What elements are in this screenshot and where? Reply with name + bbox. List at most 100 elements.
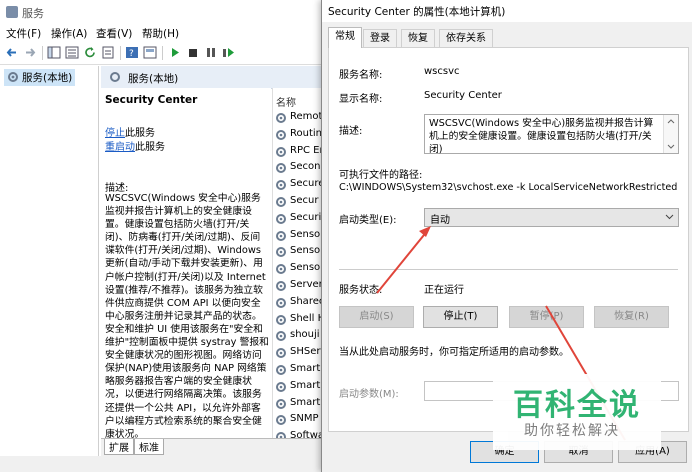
path-label: 可执行文件的路径:: [339, 170, 423, 181]
service-gear-icon: [275, 364, 287, 379]
toolbar: ?: [0, 42, 330, 65]
dialog-title: Security Center 的属性(本地计算机): [328, 6, 506, 18]
restart-service-link[interactable]: 重启动: [105, 142, 135, 153]
svg-text:?: ?: [129, 49, 134, 59]
dialog-tabs: 常规 登录 恢复 依存关系: [322, 27, 692, 48]
dialog-titlebar: Security Center 的属性(本地计算机): [322, 0, 692, 22]
service-name: shouji: [290, 329, 320, 341]
export-list-icon[interactable]: [101, 46, 115, 59]
service-gear-icon: [275, 162, 287, 177]
properties-list-icon[interactable]: [65, 46, 79, 59]
service-gear-icon: [275, 431, 287, 438]
restart-service-suffix: 此服务: [135, 142, 165, 153]
stop-service-icon[interactable]: [186, 46, 200, 59]
watermark: 百科全说 助你轻松解决: [493, 374, 661, 450]
tab-recovery[interactable]: 恢复: [401, 29, 435, 47]
service-name: Shell H: [290, 312, 326, 324]
start-params-label: 启动参数(M):: [339, 389, 399, 400]
services-app-icon: [6, 6, 18, 18]
service-name: Smart: [290, 363, 321, 374]
resume-button[interactable]: 恢复(R): [594, 306, 669, 328]
service-name: Smart: [290, 396, 321, 408]
tab-dependencies[interactable]: 依存关系: [439, 29, 493, 47]
stop-button[interactable]: 停止(T): [423, 306, 498, 328]
service-name: Softwa: [290, 430, 325, 438]
search-gear-icon: [109, 71, 123, 86]
service-gear-icon: [275, 381, 287, 396]
tab-extended[interactable]: 扩展: [104, 439, 134, 455]
service-name: Server: [290, 279, 323, 290]
status-label: 服务状态:: [339, 285, 383, 296]
service-gear-icon: [275, 347, 287, 362]
service-name: Smart: [290, 379, 321, 391]
watermark-title: 百科全说: [513, 388, 641, 423]
pause-button[interactable]: 暂停(P): [509, 306, 584, 328]
help-icon[interactable]: ?: [125, 46, 139, 59]
chevron-down-icon: [665, 212, 674, 224]
service-gear-icon: [275, 263, 287, 278]
service-name: RPC Er: [290, 144, 324, 156]
pause-service-icon[interactable]: [204, 46, 218, 59]
restart-service-icon[interactable]: [222, 46, 236, 59]
service-name: Secur: [290, 195, 319, 206]
service-gear-icon: [275, 280, 287, 295]
menu-file[interactable]: 文件(F): [6, 26, 41, 41]
service-name: SNMP: [290, 413, 319, 425]
service-name: Sensor: [290, 228, 325, 240]
service-gear-icon: [275, 330, 287, 345]
description-value: WSCSVC(Windows 安全中心)服务监视并报告计算机上的安全健康设置。健…: [429, 118, 654, 155]
menu-help[interactable]: 帮助(H): [142, 26, 179, 41]
column-header-name[interactable]: 名称: [276, 94, 296, 109]
services-pane-title: 服务(本地): [128, 73, 179, 85]
service-gear-icon: [275, 230, 287, 245]
description-label: 描述:: [339, 126, 363, 137]
services-pane-header: 服务(本地): [101, 66, 330, 89]
tab-general[interactable]: 常规: [328, 27, 362, 48]
service-name: Remot: [290, 111, 323, 122]
startup-type-value: 自动: [430, 215, 450, 226]
refresh-icon[interactable]: [83, 46, 97, 59]
service-gear-icon: [275, 213, 287, 228]
tree-node-local-services[interactable]: 服务(本地): [4, 69, 76, 86]
service-gear-icon: [275, 196, 287, 211]
executable-path: C:\WINDOWS\System32\svchost.exe -k Local…: [339, 182, 678, 193]
service-gear-icon: [275, 146, 287, 161]
service-gear-icon: [275, 414, 287, 429]
services-window: 服务 文件(F) 操作(A) 查看(V) 帮助(H) ? 服务(本地) 服务(本…: [0, 0, 331, 472]
start-button[interactable]: 启动(S): [339, 306, 414, 328]
tree-node-label: 服务(本地): [22, 72, 73, 84]
service-name: Securi: [290, 211, 322, 223]
service-name: Sharec: [290, 295, 325, 307]
watermark-slogan: 助你轻松解决: [524, 423, 620, 439]
service-name: Sensor: [290, 262, 325, 274]
service-gear-icon: [275, 129, 287, 144]
services-titlebar: 服务: [0, 0, 330, 24]
divider: [339, 269, 678, 270]
description-scrollbar[interactable]: [663, 115, 678, 153]
tab-standard[interactable]: 标准: [134, 439, 164, 455]
back-icon[interactable]: [5, 46, 19, 59]
service-description-pane: Security Center 停止此服务 重启动此服务 描述: WSCSVC(…: [101, 88, 271, 440]
display-name-label: 显示名称:: [339, 94, 383, 105]
forward-icon[interactable]: [23, 46, 37, 59]
service-gear-icon: [275, 246, 287, 261]
service-description-text: WSCSVC(Windows 安全中心)服务监视并报告计算机上的安全健康设置。健…: [105, 193, 269, 440]
service-name-label: 服务名称:: [339, 70, 383, 81]
service-gear-icon: [275, 112, 287, 127]
service-gear-icon: [275, 314, 287, 329]
services-window-title: 服务: [22, 7, 44, 20]
menu-action[interactable]: 操作(A): [51, 26, 87, 41]
start-service-icon[interactable]: [168, 46, 182, 59]
service-name: Secon: [290, 161, 321, 173]
tab-logon[interactable]: 登录: [363, 29, 397, 47]
details-view-icon[interactable]: [143, 46, 157, 59]
startup-type-select[interactable]: 自动: [424, 208, 679, 227]
service-name: Sensor: [290, 245, 325, 257]
console-tree: 服务(本地): [0, 66, 99, 472]
description-field[interactable]: WSCSVC(Windows 安全中心)服务监视并报告计算机上的安全健康设置。健…: [424, 114, 679, 155]
show-tree-icon[interactable]: [47, 46, 61, 59]
service-name: Secure: [290, 178, 325, 190]
view-tabs: 扩展 标准: [101, 438, 330, 457]
stop-service-line: 停止此服务: [105, 124, 155, 139]
menu-view[interactable]: 查看(V): [96, 26, 132, 41]
